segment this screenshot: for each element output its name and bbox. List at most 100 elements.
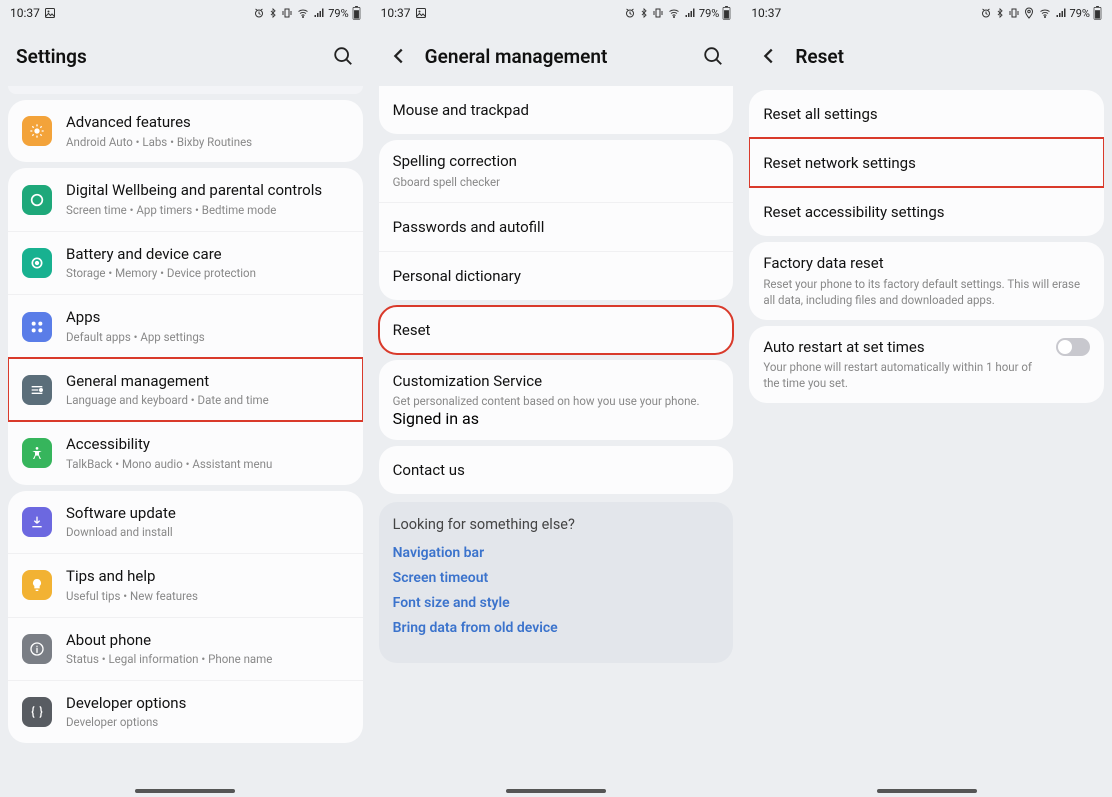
item-auto-restart[interactable]: Auto restart at set times Your phone wil…: [749, 326, 1104, 404]
gear-star-icon: [22, 116, 52, 146]
item-title: Auto restart at set times: [763, 338, 1048, 358]
item-spelling-correction[interactable]: Spelling correction Gboard spell checker: [379, 140, 734, 202]
item-developer-options[interactable]: Developer options Developer options: [8, 680, 363, 743]
item-title: About phone: [66, 631, 349, 651]
battery-text: 79%: [328, 7, 348, 20]
header: Reset: [741, 26, 1112, 86]
screen-general-management: 10:37 79% General management Mouse and t…: [371, 0, 742, 797]
nav-pill[interactable]: [135, 789, 235, 793]
item-reset-accessibility[interactable]: Reset accessibility settings: [749, 187, 1104, 236]
item-mouse-trackpad[interactable]: Mouse and trackpad: [379, 86, 734, 134]
item-title: General management: [66, 372, 349, 392]
item-battery-device-care[interactable]: Battery and device care Storage • Memory…: [8, 231, 363, 294]
item-general-management[interactable]: General management Language and keyboard…: [8, 358, 363, 421]
page-title: General management: [425, 45, 702, 68]
item-software-update[interactable]: Software update Download and install: [8, 491, 363, 553]
screen-settings: 10:37 79% Settings Advanced f: [0, 0, 371, 797]
lightbulb-icon: [22, 570, 52, 600]
footer-suggestions: Looking for something else? Navigation b…: [379, 502, 734, 663]
picture-icon: [415, 7, 427, 19]
item-title: Software update: [66, 504, 349, 524]
item-sub: Get personalized content based on how yo…: [393, 393, 720, 409]
alarm-icon: [624, 7, 636, 19]
item-advanced-features[interactable]: Advanced features Android Auto • Labs • …: [8, 100, 363, 162]
battery-icon: [352, 6, 361, 20]
vibrate-icon: [281, 7, 293, 19]
auto-restart-toggle[interactable]: [1056, 338, 1090, 356]
nav-pill[interactable]: [506, 789, 606, 793]
battery-text: 79%: [1070, 7, 1090, 20]
item-reset-network[interactable]: Reset network settings: [749, 138, 1104, 187]
item-title: Apps: [66, 308, 349, 328]
battery-icon: [1093, 6, 1102, 20]
accessibility-icon: [22, 438, 52, 468]
item-title: Battery and device care: [66, 245, 349, 265]
page-title: Reset: [795, 45, 1096, 68]
item-personal-dictionary[interactable]: Personal dictionary: [379, 251, 734, 300]
item-factory-reset[interactable]: Factory data reset Reset your phone to i…: [749, 242, 1104, 320]
item-sub: Android Auto • Labs • Bixby Routines: [66, 135, 349, 150]
item-contact-us[interactable]: Contact us: [379, 446, 734, 494]
link-screen-timeout[interactable]: Screen timeout: [393, 570, 720, 586]
chevron-left-icon: [758, 45, 780, 67]
bluetooth-icon: [639, 7, 649, 19]
item-sub: Storage • Memory • Device protection: [66, 266, 349, 281]
link-bring-data[interactable]: Bring data from old device: [393, 620, 720, 636]
item-sub: Developer options: [66, 715, 349, 730]
status-time: 10:37: [381, 6, 411, 20]
signal-icon: [1055, 7, 1067, 19]
search-icon: [702, 45, 724, 67]
item-sub: Useful tips • New features: [66, 589, 349, 604]
page-title: Settings: [16, 45, 331, 68]
apps-icon: [22, 312, 52, 342]
nav-pill[interactable]: [877, 789, 977, 793]
item-sub: Download and install: [66, 525, 349, 540]
item-passwords-autofill[interactable]: Passwords and autofill: [379, 202, 734, 251]
back-button[interactable]: [757, 44, 781, 68]
item-sub: Default apps • App settings: [66, 330, 349, 345]
link-font-size[interactable]: Font size and style: [393, 595, 720, 611]
item-customization-service[interactable]: Customization Service Get personalized c…: [379, 360, 734, 441]
signal-icon: [313, 7, 325, 19]
item-title: Spelling correction: [393, 152, 720, 172]
battery-icon: [722, 6, 731, 20]
battery-text: 79%: [699, 7, 719, 20]
header: General management: [371, 26, 742, 86]
item-tips-help[interactable]: Tips and help Useful tips • New features: [8, 553, 363, 616]
bluetooth-icon: [268, 7, 278, 19]
item-sub: Screen time • App timers • Bedtime mode: [66, 203, 349, 218]
search-button[interactable]: [331, 44, 355, 68]
braces-icon: [22, 697, 52, 727]
item-apps[interactable]: Apps Default apps • App settings: [8, 294, 363, 357]
item-sub: Status • Legal information • Phone name: [66, 652, 349, 667]
item-title: Accessibility: [66, 435, 349, 455]
item-reset[interactable]: Reset: [379, 306, 734, 354]
link-navigation-bar[interactable]: Navigation bar: [393, 545, 720, 561]
info-icon: [22, 634, 52, 664]
footer-heading: Looking for something else?: [393, 516, 720, 533]
item-reset-all[interactable]: Reset all settings: [749, 90, 1104, 138]
item-sub: Gboard spell checker: [393, 174, 720, 190]
back-button[interactable]: [387, 44, 411, 68]
status-bar: 10:37 79%: [0, 0, 371, 26]
picture-icon: [44, 7, 56, 19]
item-accessibility[interactable]: Accessibility TalkBack • Mono audio • As…: [8, 421, 363, 484]
settings-group-2: Digital Wellbeing and parental controls …: [8, 168, 363, 484]
vibrate-icon: [1008, 7, 1020, 19]
status-bar: 10:37 79%: [741, 0, 1112, 26]
vibrate-icon: [652, 7, 664, 19]
item-digital-wellbeing[interactable]: Digital Wellbeing and parental controls …: [8, 168, 363, 230]
item-title: Factory data reset: [763, 254, 1090, 274]
search-button[interactable]: [701, 44, 725, 68]
item-about-phone[interactable]: About phone Status • Legal information •…: [8, 617, 363, 680]
settings-group-1: Advanced features Android Auto • Labs • …: [8, 100, 363, 162]
location-icon: [1023, 7, 1035, 19]
screen-reset: 10:37 79% Reset Reset all settings Reset…: [741, 0, 1112, 797]
item-title: Customization Service: [393, 372, 720, 392]
status-bar: 10:37 79%: [371, 0, 742, 26]
item-sub: Your phone will restart automatically wi…: [763, 359, 1048, 391]
bluetooth-icon: [995, 7, 1005, 19]
device-care-icon: [22, 248, 52, 278]
item-title: Advanced features: [66, 113, 349, 133]
general-management-icon: [22, 375, 52, 405]
